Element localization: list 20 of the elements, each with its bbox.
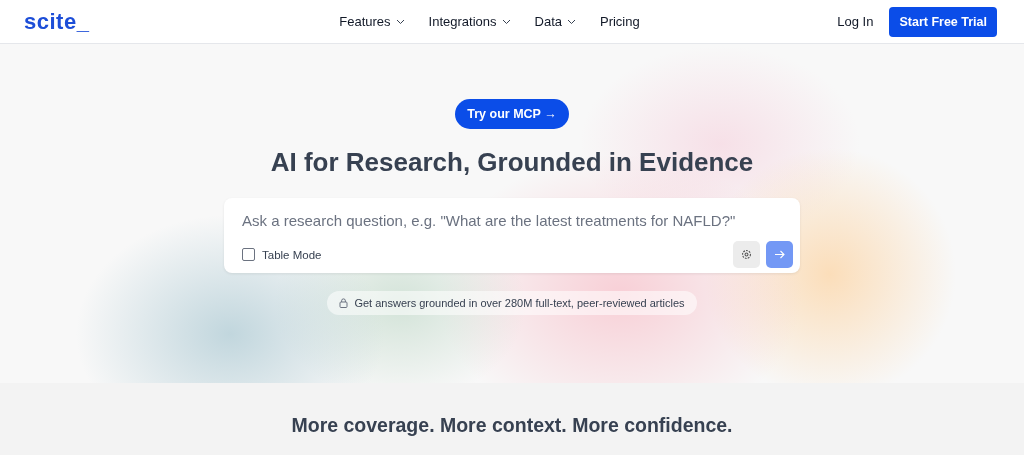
info-text: Get answers grounded in over 280M full-text, peer-reviewed articles [354, 297, 685, 309]
search-box[interactable]: Ask a research question, e.g. "What are the latest treatments for NAFLD?" Table Mode [224, 198, 800, 273]
lock-icon [339, 298, 349, 308]
submit-button[interactable] [766, 241, 793, 268]
nav-link[interactable]: Features [339, 14, 405, 29]
logo[interactable]: scite_ [24, 8, 324, 35]
nav-link[interactable]: Pricing [600, 14, 640, 29]
hero-title: AI for Research, Grounded in Evidence [270, 147, 754, 178]
table-mode-checkbox[interactable] [242, 248, 255, 261]
table-mode-label: Table Mode [262, 248, 322, 261]
settings-icon [741, 249, 752, 260]
login-link[interactable]: Log In [837, 14, 874, 29]
settings-button[interactable] [733, 241, 760, 268]
nav-link[interactable]: Data [534, 14, 576, 29]
question-input[interactable]: Ask a research question, e.g. "What are the latest treatments for NAFLD?" [242, 208, 782, 233]
start-trial-button[interactable]: Start Free Trial [889, 6, 997, 37]
nav-link[interactable]: Integrations [428, 14, 511, 29]
arrow-right-icon [774, 250, 785, 259]
mcp-button[interactable]: Try our MCP → [455, 99, 569, 129]
section-title: More coverage. More context. More confidence. [291, 414, 733, 438]
